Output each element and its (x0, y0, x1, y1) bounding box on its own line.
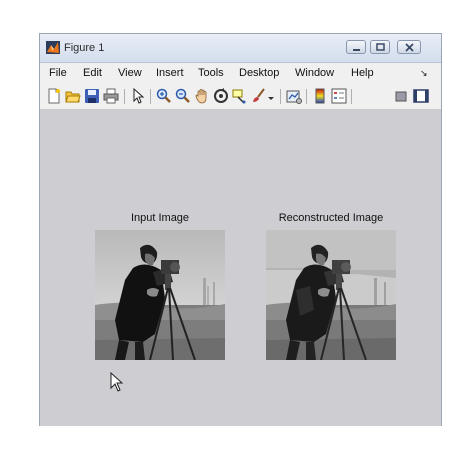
menu-window[interactable]: Window (295, 67, 334, 79)
input-image (95, 230, 225, 360)
menu-view[interactable]: View (118, 67, 142, 79)
rotate-3d-icon[interactable] (213, 88, 229, 104)
show-plot-tools-icon[interactable] (413, 88, 429, 104)
hide-plot-tools-icon[interactable] (393, 88, 409, 104)
zoom-in-icon[interactable] (156, 88, 172, 104)
pointer-icon[interactable] (130, 88, 146, 104)
menu-file[interactable]: File (49, 67, 67, 79)
input-image-title: Input Image (130, 212, 190, 224)
reconstructed-image-title: Reconstructed Image (278, 212, 384, 224)
window-title: Figure 1 (64, 42, 105, 54)
data-cursor-icon[interactable] (232, 88, 248, 104)
toolbar-separator (280, 89, 281, 104)
print-icon[interactable] (103, 88, 119, 104)
toolbar-separator (124, 89, 125, 104)
legend-icon[interactable] (331, 88, 347, 104)
maximize-button[interactable] (370, 40, 390, 54)
menu-tools[interactable]: Tools (198, 67, 224, 79)
link-plot-icon[interactable] (286, 88, 302, 104)
figure-toolbar (40, 83, 441, 110)
toolbar-separator (150, 89, 151, 104)
menu-edit[interactable]: Edit (83, 67, 102, 79)
figure-window: Figure 1 File Edit View Insert Tools Des… (39, 33, 442, 426)
zoom-out-icon[interactable] (175, 88, 191, 104)
new-figure-icon[interactable] (46, 88, 62, 104)
close-button[interactable] (397, 40, 421, 54)
mouse-cursor-icon (110, 371, 124, 397)
matlab-logo-icon (46, 41, 60, 54)
menu-bar: File Edit View Insert Tools Desktop Wind… (40, 63, 441, 83)
brush-icon[interactable] (251, 88, 267, 104)
save-icon[interactable] (84, 88, 100, 104)
toolbar-separator (306, 89, 307, 104)
reconstructed-image (266, 230, 396, 360)
menu-insert[interactable]: Insert (156, 67, 184, 79)
open-file-icon[interactable] (65, 88, 81, 104)
menu-desktop[interactable]: Desktop (239, 67, 279, 79)
figure-canvas: Input Image Reconstructed Image (40, 110, 441, 426)
brush-dropdown-icon[interactable] (267, 88, 275, 104)
colorbar-icon[interactable] (312, 88, 328, 104)
menu-help[interactable]: Help (351, 67, 374, 79)
menu-overflow-icon[interactable]: ↘ (420, 68, 428, 79)
toolbar-separator (351, 89, 352, 104)
minimize-button[interactable] (346, 40, 366, 54)
pan-icon[interactable] (194, 88, 210, 104)
title-bar[interactable]: Figure 1 (40, 34, 441, 63)
